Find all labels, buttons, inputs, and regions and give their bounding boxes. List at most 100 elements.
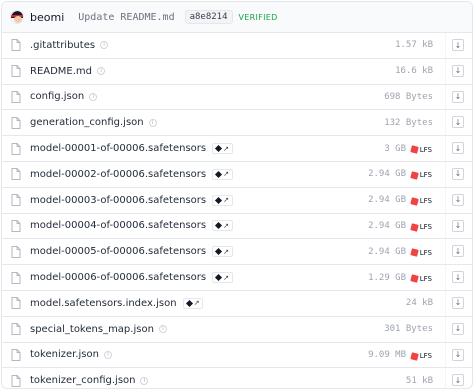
file-row[interactable]: tokenizer_config.json i 51 kB ↓ <box>2 368 472 388</box>
info-icon[interactable]: i <box>158 325 167 334</box>
download-icon[interactable]: ↓ <box>452 193 464 206</box>
file-icon <box>11 168 21 181</box>
file-icon <box>11 39 21 52</box>
file-size[interactable]: 24 kB <box>406 291 433 316</box>
column-divider <box>445 84 446 110</box>
file-size[interactable]: 2.94 GB <box>368 239 406 264</box>
commit-author[interactable]: beomi <box>30 11 64 24</box>
file-size[interactable]: 2.94 GB <box>368 162 406 187</box>
file-size[interactable]: 16.6 kB <box>395 59 433 84</box>
lfs-label: LFS <box>419 197 432 206</box>
file-name-link[interactable]: generation_config.json <box>30 117 144 128</box>
file-row[interactable]: model-00001-of-00006.safetensors ↗ 3 GB LFS… <box>2 136 472 162</box>
file-name-link[interactable]: README.md <box>30 66 92 77</box>
last-commit-bar: beomi Update README.md a8e8214 VERIFIED <box>2 2 472 33</box>
file-size[interactable]: 3 GB <box>384 136 406 161</box>
safetensors-tag-icon[interactable]: ↗ <box>212 272 233 284</box>
column-divider <box>445 342 446 368</box>
lfs-label: LFS <box>419 223 432 232</box>
column-divider <box>445 265 446 290</box>
commit-hash[interactable]: a8e8214 <box>184 10 233 24</box>
file-icon <box>11 297 21 310</box>
info-icon[interactable]: i <box>89 92 98 101</box>
file-row[interactable]: tokenizer.json i 9.09 MB LFS ↓ <box>2 342 472 369</box>
info-icon[interactable]: i <box>97 67 106 76</box>
safetensors-tag-icon[interactable]: ↗ <box>212 168 233 180</box>
column-divider <box>445 187 446 213</box>
commit-message[interactable]: Update README.md <box>78 12 174 23</box>
file-name-link[interactable]: model-00004-of-00006.safetensors <box>30 220 206 231</box>
info-icon[interactable]: i <box>100 41 109 50</box>
file-name-link[interactable]: tokenizer_config.json <box>30 375 135 386</box>
file-name-link[interactable]: model-00003-of-00006.safetensors <box>30 195 206 206</box>
safetensors-tag-icon[interactable]: ↗ <box>212 143 233 155</box>
file-row[interactable]: model-00003-of-00006.safetensors ↗ 2.94 GB… <box>2 187 472 214</box>
file-row[interactable]: config.json i 698 Bytes ↓ <box>2 84 472 111</box>
file-name-link[interactable]: .gitattributes <box>30 40 95 51</box>
file-row[interactable]: special_tokens_map.json i 301 Bytes ↓ <box>2 316 472 343</box>
safetensors-tag-icon[interactable]: ↗ <box>212 246 233 258</box>
file-size[interactable]: 301 Bytes <box>384 317 433 342</box>
file-size[interactable]: 2.94 GB <box>368 188 406 213</box>
info-icon[interactable]: i <box>148 118 157 127</box>
column-divider <box>445 368 446 388</box>
file-size[interactable]: 1.29 GB <box>368 265 406 290</box>
file-icon <box>11 245 21 258</box>
column-divider <box>445 110 446 136</box>
download-icon[interactable]: ↓ <box>452 64 464 77</box>
download-icon[interactable]: ↓ <box>452 142 464 155</box>
verified-badge: VERIFIED <box>238 12 278 22</box>
file-size[interactable]: 1.57 kB <box>395 33 433 58</box>
file-row[interactable]: model-00002-of-00006.safetensors ↗ 2.94 GB… <box>2 161 472 188</box>
safetensors-tag-icon[interactable]: ↗ <box>182 297 204 309</box>
file-icon <box>11 91 21 103</box>
download-icon[interactable]: ↓ <box>452 245 464 258</box>
column-divider <box>445 316 446 342</box>
column-divider <box>445 58 446 84</box>
download-icon[interactable]: ↓ <box>452 90 464 103</box>
download-icon[interactable]: ↓ <box>452 167 464 180</box>
file-size[interactable]: 2.94 GB <box>368 214 406 239</box>
download-icon[interactable]: ↓ <box>452 271 464 284</box>
download-icon[interactable]: ↓ <box>452 322 464 335</box>
info-icon[interactable]: i <box>103 350 112 359</box>
file-name-link[interactable]: config.json <box>30 91 84 102</box>
lfs-icon <box>409 171 419 180</box>
file-row[interactable]: generation_config.json i 132 Bytes ↓ <box>2 110 472 137</box>
file-name-link[interactable]: model-00005-of-00006.safetensors <box>30 246 206 257</box>
file-row[interactable]: .gitattributes i 1.57 kB ↓ <box>2 33 472 59</box>
file-row[interactable]: model.safetensors.index.json ↗ 24 kB ↓ <box>2 290 472 317</box>
file-size[interactable]: 698 Bytes <box>384 85 433 110</box>
file-name-link[interactable]: model-00002-of-00006.safetensors <box>30 169 206 180</box>
safetensors-tag-icon[interactable]: ↗ <box>212 194 233 206</box>
lfs-label: LFS <box>419 171 432 180</box>
file-size[interactable]: 51 kB <box>406 368 433 388</box>
download-icon[interactable]: ↓ <box>452 374 464 387</box>
download-icon[interactable]: ↓ <box>452 296 464 309</box>
file-name-link[interactable]: model.safetensors.index.json <box>30 298 177 309</box>
download-icon[interactable]: ↓ <box>452 39 464 51</box>
safetensors-tag-icon[interactable]: ↗ <box>212 220 233 232</box>
download-icon[interactable]: ↓ <box>452 116 464 129</box>
file-row[interactable]: README.md i 16.6 kB ↓ <box>2 58 472 85</box>
file-size[interactable]: 132 Bytes <box>384 110 433 135</box>
file-size[interactable]: 9.09 MB <box>368 343 406 368</box>
lfs-icon <box>409 145 419 154</box>
lfs-icon <box>409 222 419 232</box>
file-name-link[interactable]: tokenizer.json <box>30 349 99 360</box>
file-row[interactable]: model-00005-of-00006.safetensors ↗ 2.94 GB… <box>2 239 472 266</box>
download-icon[interactable]: ↓ <box>452 219 464 232</box>
file-name-link[interactable]: model-00001-of-00006.safetensors <box>30 143 206 154</box>
file-name-link[interactable]: model-00006-of-00006.safetensors <box>30 272 206 283</box>
file-icon <box>11 220 21 232</box>
download-icon[interactable]: ↓ <box>452 348 464 361</box>
file-name-link[interactable]: special_tokens_map.json <box>30 324 154 335</box>
file-row[interactable]: model-00006-of-00006.safetensors ↗ 1.29 GB… <box>2 265 472 291</box>
info-icon[interactable]: i <box>140 376 149 385</box>
file-row[interactable]: model-00004-of-00006.safetensors ↗ 2.94 GB… <box>2 213 472 240</box>
column-divider <box>445 161 446 187</box>
file-icon <box>11 271 21 284</box>
avatar[interactable] <box>10 10 24 24</box>
file-icon <box>11 349 21 361</box>
file-rows: .gitattributes i 1.57 kB ↓ README.md i 16.6 kB… <box>2 33 472 388</box>
